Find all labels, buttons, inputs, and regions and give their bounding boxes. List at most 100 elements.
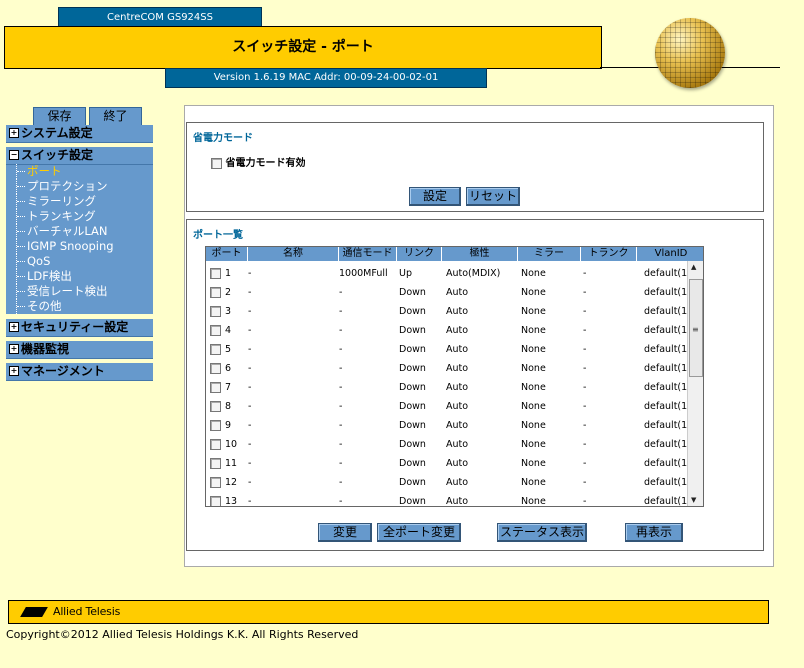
port-select-checkbox[interactable] [210,268,221,279]
port-select-checkbox[interactable] [210,477,221,488]
cell-name: - [248,344,252,355]
sidebar-item-3[interactable]: トランキング [16,209,114,224]
sidebar-section-security[interactable]: + セキュリティー設定 [6,319,153,337]
cell-vlan: default(1) [644,496,691,507]
port-select-checkbox[interactable] [210,287,221,298]
port-select-checkbox[interactable] [210,306,221,317]
column-header: 極性 [442,247,518,261]
scroll-down-icon[interactable]: ▼ [691,496,696,504]
sidebar-section-label: システム設定 [21,126,93,140]
cell-mirror: None [521,325,546,336]
table-row: 10- - Down Auto None - default(1) [206,435,703,454]
cell-link: Down [399,420,426,431]
cell-polarity: Auto [446,420,469,431]
cell-mode: - [339,363,343,374]
sidebar-item-8[interactable]: 受信レート検出 [16,284,114,299]
column-header: トランク [581,247,637,261]
cell-polarity: Auto [446,306,469,317]
sidebar-item-4[interactable]: バーチャルLAN [16,224,114,239]
power-save-checkbox[interactable] [211,157,222,169]
cell-mirror: None [521,268,546,279]
cell-mirror: None [521,382,546,393]
change-button[interactable]: 変更 [318,523,372,542]
sidebar-item-6[interactable]: QoS [16,254,114,269]
power-save-label: 省電力モード有効 [225,158,306,169]
sidebar-item-5[interactable]: IGMP Snooping [16,239,114,254]
cell-vlan: default(1) [644,401,691,412]
cell-vlan: default(1) [644,344,691,355]
cell-vlan: default(1) [644,439,691,450]
cell-polarity: Auto [446,458,469,469]
sidebar-item-1[interactable]: プロテクション [16,179,114,194]
exit-button[interactable]: 終了 [89,107,142,126]
cell-link: Down [399,401,426,412]
sidebar-item-0[interactable]: ポート [16,164,114,179]
cell-mirror: None [521,458,546,469]
cell-name: - [248,325,252,336]
cell-trunk: - [583,325,587,336]
power-save-panel: 省電力モード 省電力モード有効 設定 リセット [186,122,764,212]
cell-link: Down [399,306,426,317]
cell-vlan: default(1) [644,325,691,336]
sidebar-item-2[interactable]: ミラーリング [16,194,114,209]
table-row: 6 - - Down Auto None - default(1) [206,359,703,378]
version-info: Version 1.6.19 MAC Addr: 00-09-24-00-02-… [165,68,487,88]
sidebar-item-9[interactable]: その他 [16,299,114,314]
sidebar-section-monitor[interactable]: + 機器監視 [6,341,153,359]
port-select-checkbox[interactable] [210,496,221,506]
cell-polarity: Auto [446,496,469,507]
sidebar-section-management[interactable]: + マネージメント [6,363,153,381]
table-row: 12- - Down Auto None - default(1) [206,473,703,492]
power-save-title: 省電力モード [193,133,253,144]
cell-name: - [248,420,252,431]
port-select-checkbox[interactable] [210,363,221,374]
reset-button[interactable]: リセット [466,187,520,206]
model-name-tab: CentreCOM GS924SS [58,7,262,27]
table-row: 8 - - Down Auto None - default(1) [206,397,703,416]
cell-link: Down [399,344,426,355]
cell-mode: - [339,439,343,450]
column-header: VlanID [654,248,688,259]
sidebar-item-7[interactable]: LDF検出 [16,269,114,284]
scrollbar-thumb[interactable]: ≡ [689,279,703,377]
cell-mirror: None [521,496,546,507]
port-select-checkbox[interactable] [210,344,221,355]
sidebar-section-system[interactable]: + システム設定 [6,125,153,143]
sidebar-section-switch[interactable]: − スイッチ設定 [6,147,153,165]
cell-name: - [248,477,252,488]
table-row: 1 - 1000MFull Up Auto(MDIX) None - default(1) [206,264,703,283]
cell-trunk: - [583,458,587,469]
port-select-checkbox[interactable] [210,458,221,469]
port-number: 10 [225,439,238,450]
power-save-option: 省電力モード有効 [211,154,305,169]
cell-vlan: default(1) [644,477,691,488]
port-number: 13 [225,496,238,507]
status-display-button[interactable]: ステータス表示 [497,523,587,542]
sidebar-section-label: 機器監視 [21,342,70,356]
port-select-checkbox[interactable] [210,439,221,450]
port-select-checkbox[interactable] [210,382,221,393]
save-button[interactable]: 保存 [33,107,86,126]
globe-logo-icon [655,18,725,88]
footer-bar: Allied Telesis [8,600,769,624]
cell-trunk: - [583,401,587,412]
port-select-checkbox[interactable] [210,420,221,431]
scroll-up-icon[interactable]: ▲ [691,263,696,271]
port-list-panel: ポート一覧 ポート 名称 通信モード リンク 極性 ミラー トランク VlanI… [186,219,764,551]
cell-mode: - [339,306,343,317]
port-number: 6 [225,363,232,374]
cell-name: - [248,458,252,469]
expand-icon: + [9,321,19,332]
change-all-ports-button[interactable]: 全ポート変更 [377,523,461,542]
port-number: 9 [225,420,232,431]
table-scrollbar[interactable]: ▲ ≡ ▼ [687,261,703,506]
refresh-button[interactable]: 再表示 [625,523,683,542]
port-select-checkbox[interactable] [210,325,221,336]
set-button[interactable]: 設定 [409,187,461,206]
port-number: 8 [225,401,232,412]
main-content: 省電力モード 省電力モード有効 設定 リセット ポート一覧 ポート 名称 通信モ… [184,105,774,567]
cell-polarity: Auto(MDIX) [446,268,501,279]
sidebar-section-label: スイッチ設定 [21,148,94,162]
table-row: 5 - - Down Auto None - default(1) [206,340,703,359]
port-select-checkbox[interactable] [210,401,221,412]
